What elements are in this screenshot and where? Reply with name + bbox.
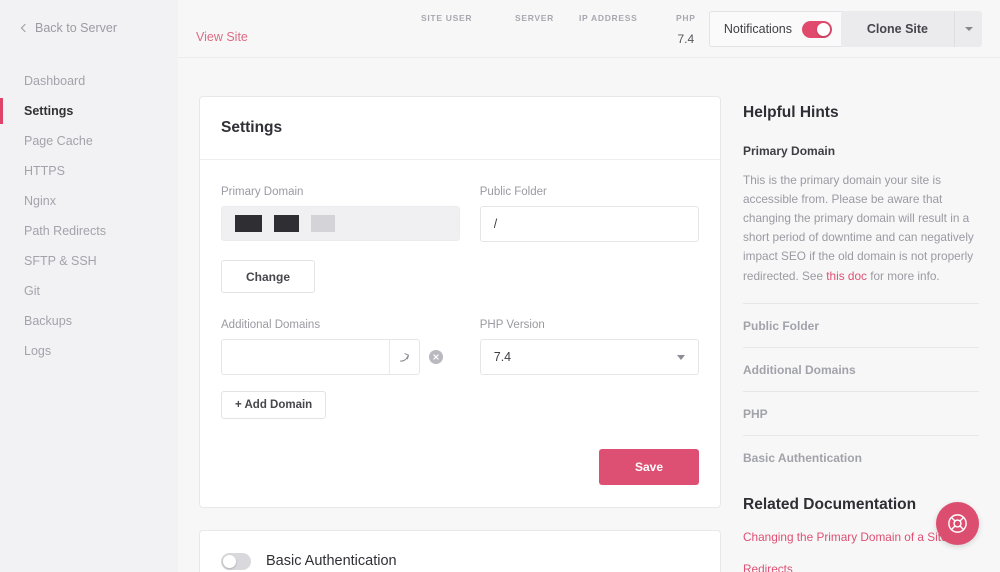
sidebar-item-label: Page Cache	[24, 134, 93, 148]
sidebar-item-label: Settings	[24, 104, 74, 118]
sidebar-nav: Dashboard Settings Page Cache HTTPS Ngin…	[0, 66, 178, 366]
hint-body-text-before: This is the primary domain your site is …	[743, 173, 974, 283]
meta-server-label: SERVER	[515, 13, 555, 23]
view-site-link[interactable]: View Site	[196, 30, 248, 44]
hint-primary-domain-heading: Primary Domain	[743, 144, 836, 158]
settings-card-body: Primary Domain Change Public Folder / Ad…	[200, 160, 720, 507]
additional-domains-group: Additional Domains + Add Domain	[221, 319, 460, 419]
public-folder-group: Public Folder	[479, 186, 699, 293]
clone-site-group: Clone Site	[840, 11, 982, 47]
meta-ip-address: IP ADDRESS	[579, 13, 638, 45]
php-version-selected-value: 7.4	[493, 350, 512, 364]
sidebar-item-label: Backups	[24, 314, 72, 328]
hint-row-php[interactable]: PHP	[743, 390, 979, 435]
notifications-label: Notifications	[723, 22, 792, 36]
helpful-hints-panel: Helpful Hints Primary Domain This is the…	[721, 96, 979, 572]
primary-domain-label: Primary Domain	[221, 186, 304, 198]
toggle-knob	[223, 554, 236, 568]
chevron-left-icon	[20, 23, 30, 32]
back-to-server-link[interactable]: Back to Server	[0, 0, 178, 35]
php-version-group: PHP Version 7.4	[479, 319, 699, 419]
add-domain-button[interactable]: + Add Domain	[221, 391, 327, 419]
lifebuoy-icon	[948, 514, 967, 533]
this-doc-link[interactable]: this doc	[826, 269, 867, 283]
arrow-external-icon[interactable]	[389, 340, 419, 374]
helpful-hints-title: Helpful Hints	[743, 104, 839, 121]
hint-row-public-folder[interactable]: Public Folder	[743, 302, 979, 347]
hint-row-basic-authentication[interactable]: Basic Authentication	[743, 434, 979, 479]
php-version-label: PHP Version	[479, 319, 545, 331]
sidebar-item-git[interactable]: Git	[0, 276, 178, 306]
additional-domain-input-group[interactable]	[221, 339, 420, 375]
redaction-block-light	[311, 215, 335, 232]
sidebar-item-logs[interactable]: Logs	[0, 336, 178, 366]
sidebar-item-sftp-ssh[interactable]: SFTP & SSH	[0, 246, 178, 276]
sidebar-item-label: HTTPS	[24, 164, 65, 178]
sidebar-item-backups[interactable]: Backups	[0, 306, 178, 336]
basic-authentication-card: Basic Authentication	[199, 530, 721, 572]
sidebar-item-settings[interactable]: Settings	[0, 96, 178, 126]
sidebar-item-nginx[interactable]: Nginx	[0, 186, 178, 216]
public-folder-input-wrap[interactable]	[479, 206, 699, 242]
public-folder-input[interactable]	[493, 207, 685, 241]
hint-body-text-after: for more info.	[866, 268, 940, 283]
sidebar-item-label: Path Redirects	[24, 224, 106, 238]
chevron-down-icon	[677, 354, 685, 360]
php-version-select[interactable]: 7.4	[479, 339, 699, 375]
redaction-block	[235, 215, 262, 232]
page-title: Settings	[221, 119, 283, 136]
meta-site-user-label: SITE USER	[421, 13, 473, 23]
settings-card: Settings Primary Domain Change Public Fo…	[199, 96, 721, 508]
sidebar-item-https[interactable]: HTTPS	[0, 156, 178, 186]
sidebar-item-label: Dashboard	[24, 74, 86, 88]
app-root: Back to Server Dashboard Settings Page C…	[0, 0, 1000, 572]
meta-ip-address-label: IP ADDRESS	[579, 13, 638, 23]
toggle-knob	[817, 22, 830, 36]
meta-server: SERVER	[515, 13, 554, 45]
settings-row-1: Primary Domain Change Public Folder	[221, 186, 699, 293]
right-pane: View Site SITE USER SERVER IP ADDRESS PH…	[178, 0, 1000, 572]
settings-card-header: Settings	[200, 97, 720, 160]
hint-primary-domain-body: This is the primary domain your site is …	[743, 171, 979, 286]
meta-php-label: PHP	[676, 13, 696, 23]
sidebar-item-dashboard[interactable]: Dashboard	[0, 66, 178, 96]
sidebar-item-label: SFTP & SSH	[24, 254, 97, 268]
basic-authentication-toggle[interactable]	[221, 552, 251, 570]
chevron-down-icon	[964, 27, 973, 31]
redaction-block	[274, 215, 299, 232]
meta-site-user: SITE USER	[421, 13, 472, 45]
notifications-control[interactable]: Notifications	[708, 11, 845, 47]
help-support-button[interactable]	[936, 502, 979, 545]
additional-domains-label: Additional Domains	[221, 319, 321, 331]
clone-site-dropdown-button[interactable]	[954, 11, 982, 47]
sidebar-item-label: Git	[24, 284, 40, 298]
sidebar-item-label: Nginx	[24, 194, 56, 208]
change-domain-button[interactable]: Change	[221, 260, 316, 293]
sidebar-item-path-redirects[interactable]: Path Redirects	[0, 216, 178, 246]
clone-site-button[interactable]: Clone Site	[841, 11, 954, 47]
save-button[interactable]: Save	[599, 449, 699, 485]
meta-php-value: 7.4	[677, 32, 695, 46]
settings-row-2: Additional Domains + Add Domain PHP Vers…	[221, 319, 699, 419]
sidebar-item-label: Logs	[24, 344, 52, 358]
remove-circle-icon[interactable]	[429, 350, 443, 364]
meta-php: PHP 7.4	[676, 13, 696, 46]
top-header: View Site SITE USER SERVER IP ADDRESS PH…	[178, 0, 1000, 58]
primary-domain-group: Primary Domain Change	[221, 186, 460, 293]
public-folder-label: Public Folder	[479, 186, 547, 198]
sidebar-item-page-cache[interactable]: Page Cache	[0, 126, 178, 156]
save-row: Save	[221, 449, 699, 485]
basic-authentication-label: Basic Authentication	[266, 553, 397, 569]
primary-domain-value	[221, 206, 460, 241]
main-column: Settings Primary Domain Change Public Fo…	[178, 96, 721, 572]
additional-domain-input[interactable]	[222, 340, 389, 374]
notifications-toggle[interactable]	[802, 20, 832, 38]
additional-domains-row	[221, 339, 460, 375]
content-area: Settings Primary Domain Change Public Fo…	[178, 58, 1000, 572]
hint-row-additional-domains[interactable]: Additional Domains	[743, 346, 979, 391]
left-sidebar: Back to Server Dashboard Settings Page C…	[0, 0, 178, 572]
back-to-server-label: Back to Server	[35, 21, 117, 35]
related-doc-link-redirects[interactable]: Redirects	[743, 562, 979, 572]
